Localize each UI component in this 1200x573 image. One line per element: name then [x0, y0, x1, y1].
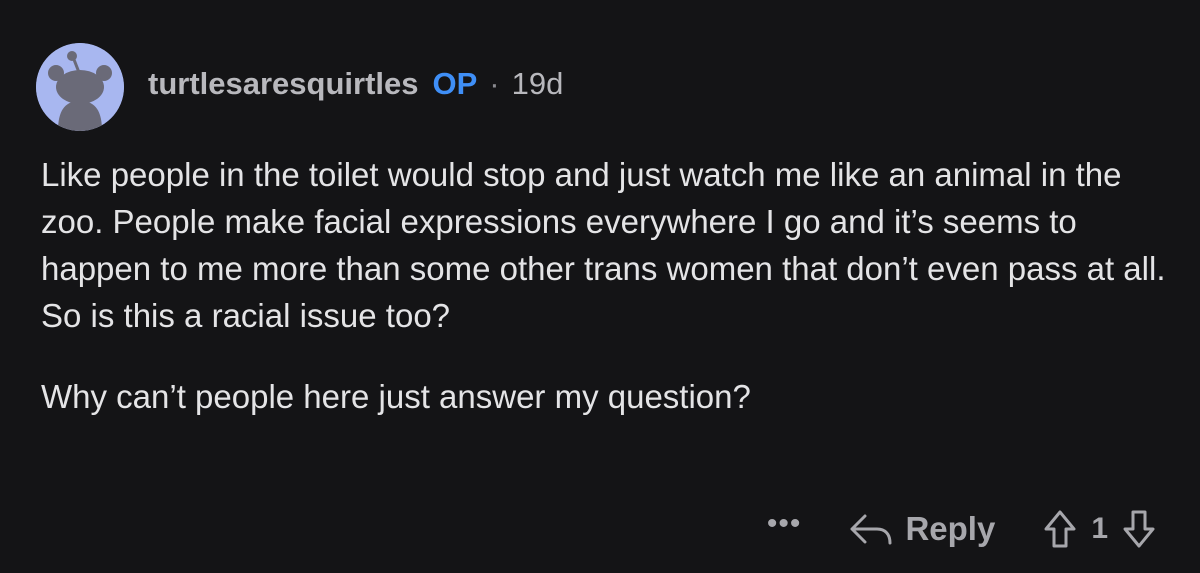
comment-paragraph: Why can’t people here just answer my que…	[41, 378, 751, 415]
comment-card: turtlesaresquirtles OP · 19d Like people…	[0, 0, 1200, 573]
reply-arrow-icon	[850, 514, 892, 545]
user-avatar[interactable]	[36, 43, 124, 131]
comment-meta: turtlesaresquirtles OP · 19d	[148, 66, 563, 102]
op-badge: OP	[432, 66, 478, 101]
vote-controls: 1	[1043, 509, 1156, 549]
comment-paragraph: Like people in the toilet would stop and…	[41, 156, 1166, 334]
comment-body: Like people in the toilet would stop and…	[41, 151, 1171, 420]
reply-label: Reply	[905, 510, 996, 547]
reply-button[interactable]: Reply	[849, 510, 995, 548]
author-username[interactable]: turtlesaresquirtles	[148, 66, 419, 102]
meta-separator: ·	[489, 66, 500, 101]
upvote-arrow-icon[interactable]	[1043, 509, 1077, 549]
comment-age: 19d	[511, 66, 564, 101]
comment-header: turtlesaresquirtles OP · 19d	[36, 43, 563, 131]
more-options-button[interactable]: •••	[767, 507, 802, 541]
comment-actions: ••• Reply 1	[767, 503, 1156, 555]
reddit-snoo-avatar-icon	[36, 43, 124, 131]
downvote-arrow-icon[interactable]	[1122, 509, 1156, 549]
vote-score: 1	[1091, 512, 1108, 545]
